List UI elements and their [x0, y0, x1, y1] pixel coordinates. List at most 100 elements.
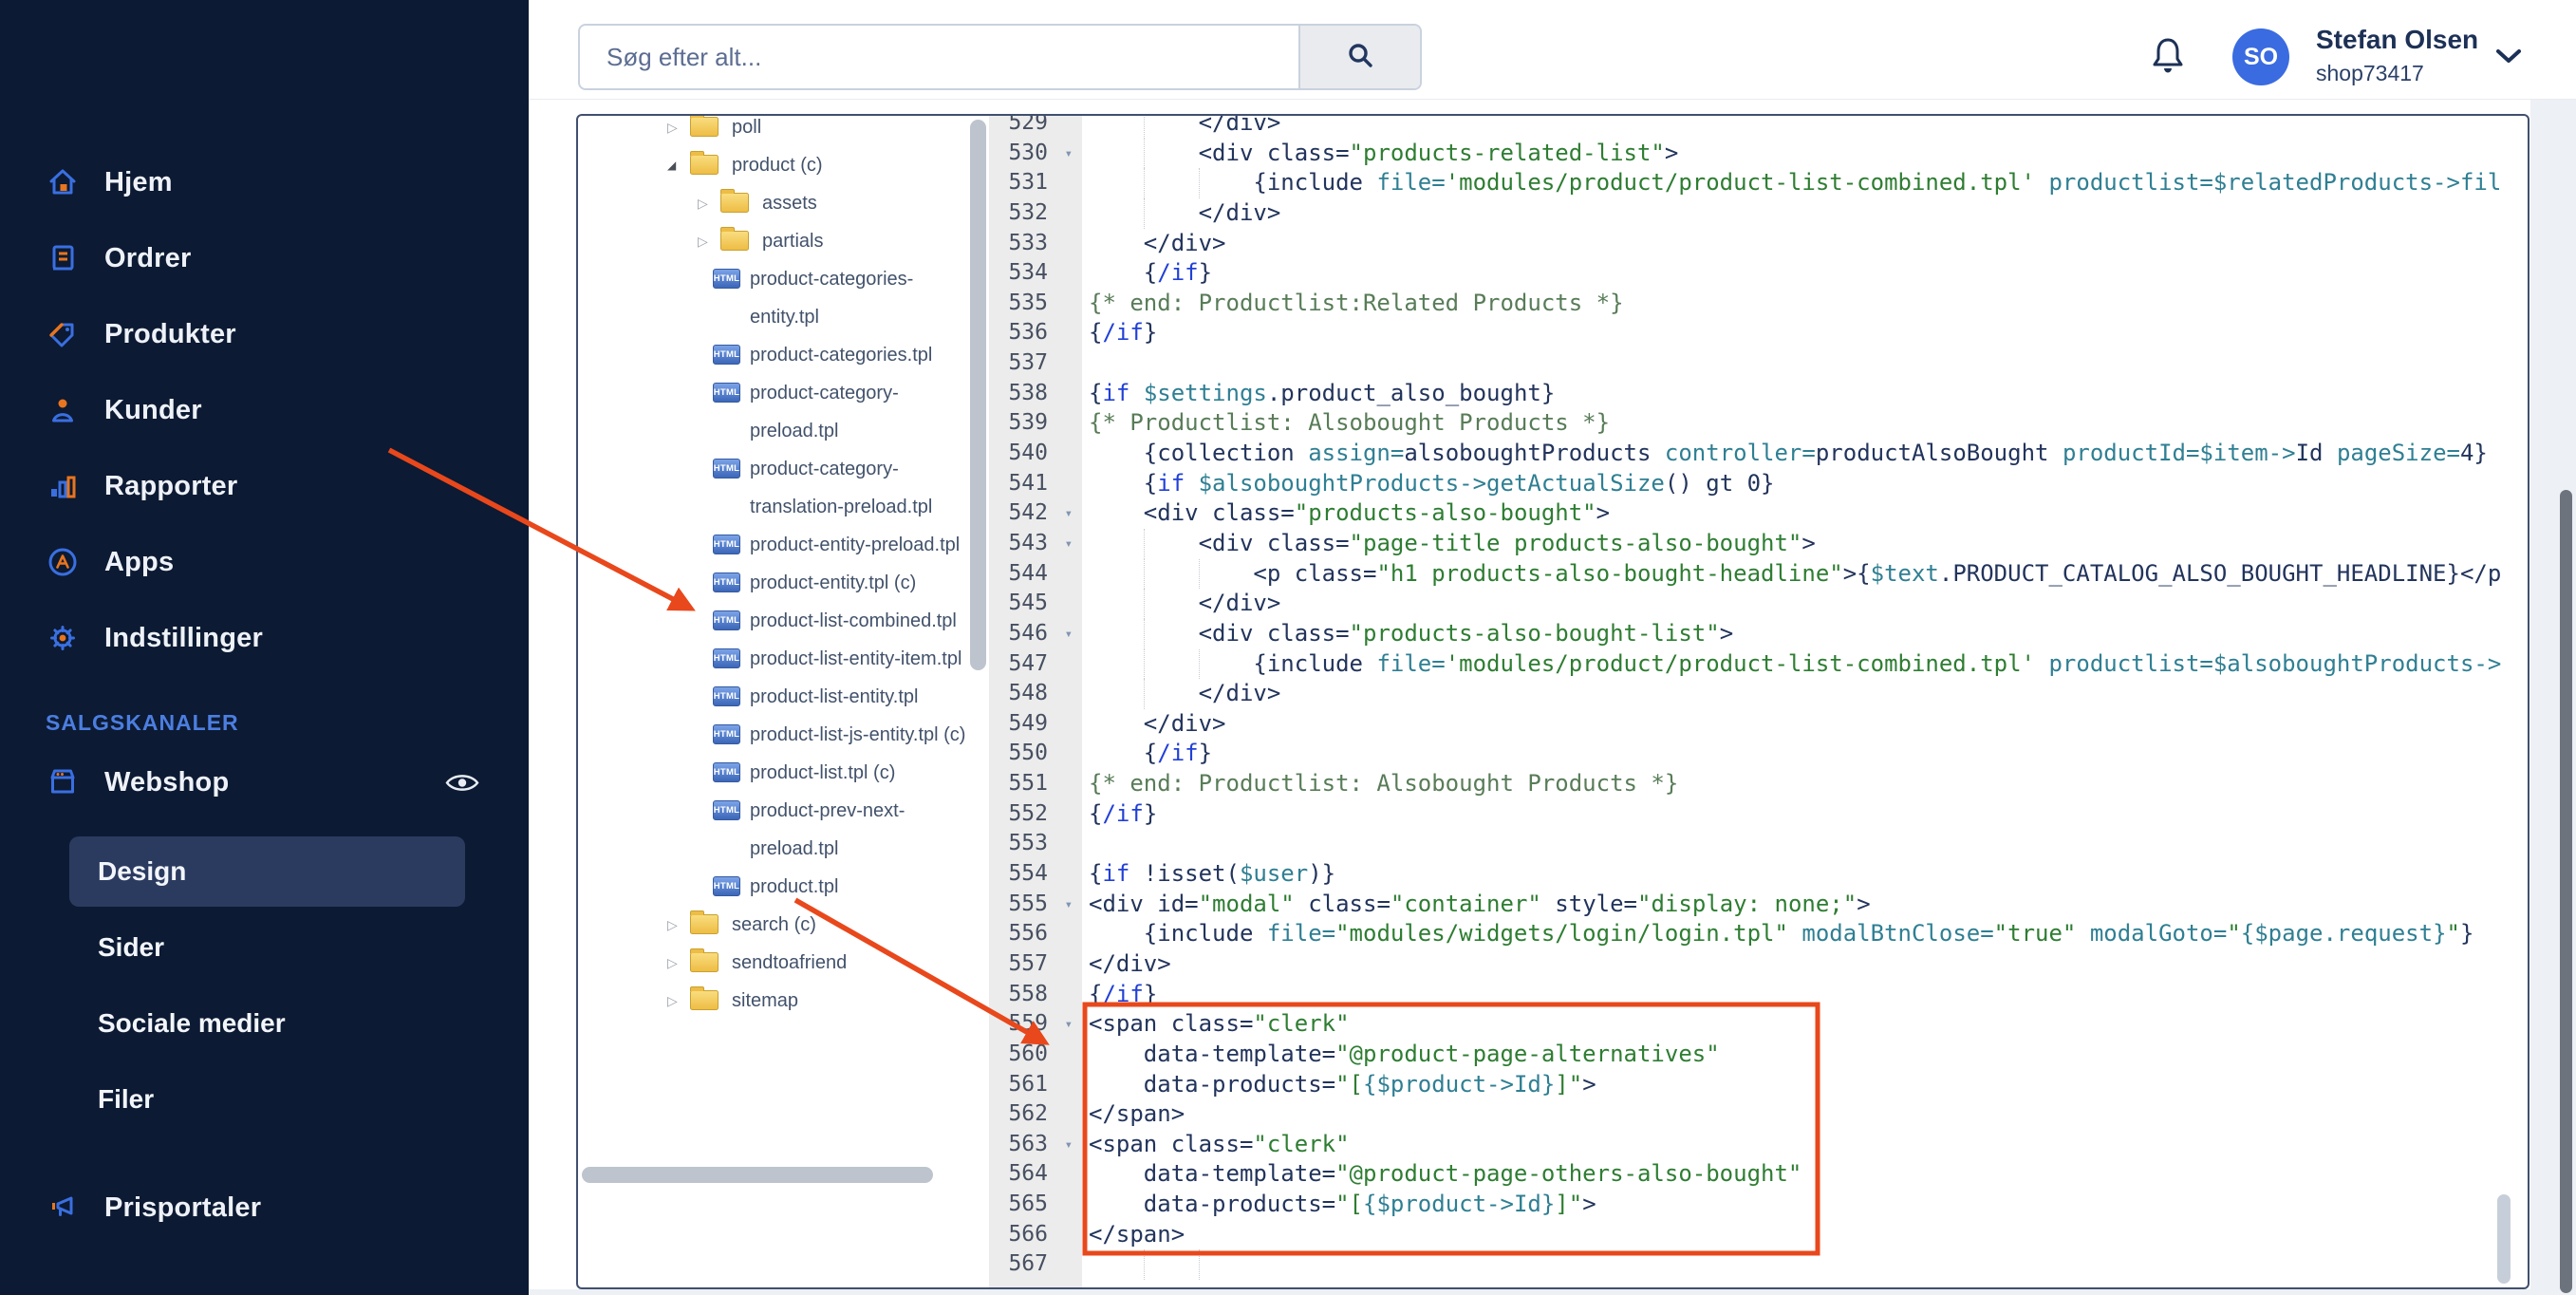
code-line-548[interactable]: </div>	[1089, 679, 2528, 709]
code-line-531[interactable]: {include file='modules/product/product-l…	[1089, 168, 2528, 198]
tree-node-product-prev-next-preload-tpl[interactable]: HTMLproduct-prev-next-preload.tpl	[578, 792, 976, 868]
tree-node-product-list-entity-item-tpl[interactable]: HTMLproduct-list-entity-item.tpl	[578, 640, 976, 678]
tree-node-product-categories-entity-tpl[interactable]: HTMLproduct-categories-entity.tpl	[578, 260, 976, 336]
sidebar-item-ordrer[interactable]: Ordrer	[0, 220, 529, 296]
notifications-bell-icon[interactable]	[2149, 34, 2187, 78]
expand-arrow-icon[interactable]: ▷	[698, 222, 720, 260]
tree-node-product-c[interactable]: ◢product (c)	[578, 146, 976, 184]
code-line-530[interactable]: <div class="products-related-list">	[1089, 139, 2528, 169]
sidebar-item-filer[interactable]: Filer	[0, 1063, 529, 1139]
expand-arrow-icon[interactable]: ▷	[698, 184, 720, 222]
code-line-541[interactable]: {if $alsoboughtProducts->getActualSize()…	[1089, 469, 2528, 499]
code-line-539[interactable]: {* Productlist: Alsobought Products *}	[1089, 408, 2528, 439]
chevron-down-icon[interactable]	[2496, 49, 2521, 63]
sidebar-item-sider[interactable]: Sider	[0, 911, 529, 987]
code-line-549[interactable]: </div>	[1089, 709, 2528, 740]
search-input[interactable]	[580, 26, 1298, 88]
avatar[interactable]: SO	[2232, 28, 2289, 85]
code-line-561[interactable]: data-products="[{$product->Id}]">	[1089, 1070, 2528, 1100]
tree-node-poll[interactable]: ▷poll	[578, 114, 976, 146]
code-line-534[interactable]: {/if}	[1089, 258, 2528, 289]
code-line-536[interactable]: {/if}	[1089, 318, 2528, 348]
code-line-529[interactable]: </div>	[1089, 116, 2528, 139]
sidebar-item-kunder[interactable]: Kunder	[0, 372, 529, 448]
tree-node-product-list-js-entity-tpl-c[interactable]: HTMLproduct-list-js-entity.tpl (c)	[578, 716, 976, 754]
sidebar-item-sociale-medier[interactable]: Sociale medier	[0, 987, 529, 1063]
code-line-566[interactable]: </span>	[1089, 1220, 2528, 1250]
fold-arrow-icon[interactable]: ▾	[1065, 1010, 1073, 1041]
file-tree-vertical-scrollbar[interactable]	[970, 120, 986, 670]
code-line-562[interactable]: </span>	[1089, 1099, 2528, 1130]
fold-arrow-icon[interactable]: ▾	[1065, 620, 1073, 650]
expand-arrow-icon[interactable]: ▷	[667, 114, 690, 146]
tree-node-product-entity-preload-tpl[interactable]: HTMLproduct-entity-preload.tpl	[578, 526, 976, 564]
code-line-559[interactable]: <span class="clerk"	[1089, 1009, 2528, 1040]
search-button[interactable]	[1298, 26, 1420, 88]
code-line-564[interactable]: data-template="@product-page-others-also…	[1089, 1159, 2528, 1190]
code-editor-scrollbar[interactable]	[2497, 1194, 2511, 1284]
tree-node-assets[interactable]: ▷assets	[578, 184, 976, 222]
fold-arrow-icon[interactable]: ▾	[1065, 140, 1073, 170]
expand-arrow-icon[interactable]: ▷	[667, 982, 690, 1020]
tree-node-sendtoafriend[interactable]: ▷sendtoafriend	[578, 944, 976, 982]
sidebar-item-apps[interactable]: Apps	[0, 524, 529, 600]
line-number: 563▾	[989, 1130, 1082, 1160]
sidebar-item-produkter[interactable]: Produkter	[0, 296, 529, 372]
code-line-547[interactable]: {include file='modules/product/product-l…	[1089, 649, 2528, 680]
code-line-557[interactable]: </div>	[1089, 949, 2528, 980]
code-line-538[interactable]: {if $settings.product_also_bought}	[1089, 379, 2528, 409]
html-file-icon: HTML	[713, 572, 740, 592]
sidebar-item-prisportaler[interactable]: Prisportaler	[0, 1170, 529, 1246]
code-line-563[interactable]: <span class="clerk"	[1089, 1130, 2528, 1160]
sidebar-item-rapporter[interactable]: Rapporter	[0, 448, 529, 524]
sidebar-item-webshop[interactable]: Webshop	[0, 744, 529, 820]
fold-arrow-icon[interactable]: ▾	[1065, 1131, 1073, 1161]
code-line-565[interactable]: data-products="[{$product->Id}]">	[1089, 1190, 2528, 1220]
code-line-535[interactable]: {* end: Productlist:Related Products *}	[1089, 289, 2528, 319]
tree-node-product-category-preload-tpl[interactable]: HTMLproduct-category-preload.tpl	[578, 374, 976, 450]
code-line-554[interactable]: {if !isset($user)}	[1089, 859, 2528, 890]
code-editor[interactable]: </div><div class="products-related-list"…	[1082, 116, 2528, 1287]
code-line-543[interactable]: <div class="page-title products-also-bou…	[1089, 529, 2528, 559]
code-line-555[interactable]: <div id="modal" class="container" style=…	[1089, 890, 2528, 920]
sidebar-item-indstillinger[interactable]: Indstillinger	[0, 600, 529, 676]
tree-node-label: product-category-translation-preload.tpl	[750, 450, 976, 526]
file-tree-horizontal-scrollbar[interactable]	[582, 1167, 933, 1183]
tree-node-search-c[interactable]: ▷search (c)	[578, 906, 976, 944]
tree-node-product-list-combined-tpl[interactable]: HTMLproduct-list-combined.tpl	[578, 602, 976, 640]
tree-node-product-categories-tpl[interactable]: HTMLproduct-categories.tpl	[578, 336, 976, 374]
code-line-540[interactable]: {collection assign=alsoboughtProducts co…	[1089, 439, 2528, 469]
sidebar-item-design[interactable]: Design	[0, 835, 529, 911]
collapse-arrow-icon[interactable]: ◢	[667, 146, 690, 184]
expand-arrow-icon[interactable]: ▷	[667, 944, 690, 982]
code-line-552[interactable]: {/if}	[1089, 799, 2528, 830]
code-line-556[interactable]: {include file="modules/widgets/login/log…	[1089, 919, 2528, 949]
code-line-533[interactable]: </div>	[1089, 229, 2528, 259]
code-line-551[interactable]: {* end: Productlist: Alsobought Products…	[1089, 769, 2528, 799]
code-line-553[interactable]	[1089, 829, 2528, 859]
code-line-537[interactable]	[1089, 348, 2528, 379]
code-line-545[interactable]: </div>	[1089, 589, 2528, 619]
expand-arrow-icon[interactable]: ▷	[667, 906, 690, 944]
sidebar-item-hjem[interactable]: Hjem	[0, 144, 529, 220]
code-line-546[interactable]: <div class="products-also-bought-list">	[1089, 619, 2528, 649]
code-line-550[interactable]: {/if}	[1089, 739, 2528, 769]
tree-node-product-list-tpl-c[interactable]: HTMLproduct-list.tpl (c)	[578, 754, 976, 792]
tree-node-product-category-translation-preload-tpl[interactable]: HTMLproduct-category-translation-preload…	[578, 450, 976, 526]
eye-icon[interactable]	[444, 771, 480, 795]
tree-node-sitemap[interactable]: ▷sitemap	[578, 982, 976, 1020]
code-line-532[interactable]: </div>	[1089, 198, 2528, 229]
fold-arrow-icon[interactable]: ▾	[1065, 499, 1073, 530]
tree-node-partials[interactable]: ▷partials	[578, 222, 976, 260]
code-line-567[interactable]	[1089, 1249, 2528, 1280]
code-line-542[interactable]: <div class="products-also-bought">	[1089, 498, 2528, 529]
tree-node-product-entity-tpl-c[interactable]: HTMLproduct-entity.tpl (c)	[578, 564, 976, 602]
tree-node-product-tpl[interactable]: HTMLproduct.tpl	[578, 868, 976, 906]
window-scrollbar[interactable]	[2560, 490, 2572, 1293]
tree-node-product-list-entity-tpl[interactable]: HTMLproduct-list-entity.tpl	[578, 678, 976, 716]
fold-arrow-icon[interactable]: ▾	[1065, 530, 1073, 560]
code-line-560[interactable]: data-template="@product-page-alternative…	[1089, 1040, 2528, 1070]
fold-arrow-icon[interactable]: ▾	[1065, 891, 1073, 921]
code-line-558[interactable]: {/if}	[1089, 980, 2528, 1010]
code-line-544[interactable]: <p class="h1 products-also-bought-headli…	[1089, 559, 2528, 590]
